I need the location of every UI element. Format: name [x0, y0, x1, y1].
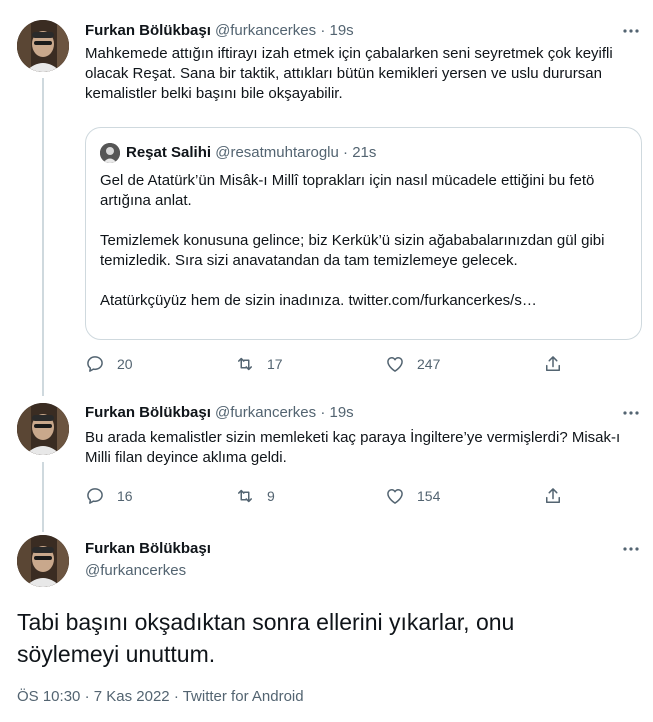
quote-para-1: Gel de Atatürk’ün Misâk-ı Millî toprakla… [100, 172, 595, 209]
tweet-source[interactable]: Twitter for Android [183, 688, 304, 705]
more-icon[interactable] [621, 539, 641, 559]
retweet-button[interactable]: 9 [235, 486, 275, 506]
retweet-icon [238, 489, 252, 503]
main-author-handle[interactable]: @furkancerkes [85, 561, 186, 581]
thread-line-2 [42, 462, 44, 532]
like-button[interactable]: 247 [385, 354, 440, 374]
like-icon [387, 489, 403, 504]
quote-para-3: Atatürkçüyüz hem de sizin inadınıza. twi… [100, 292, 537, 309]
quote-time: 21s [352, 144, 377, 161]
author-name[interactable]: Furkan Bölükbaşı [85, 404, 211, 421]
tweet-text: Mahkemede attığın iftirayı izah etmek iç… [85, 45, 613, 102]
tweet-text: Bu arada kemalistler sizin memleketi kaç… [85, 429, 621, 466]
main-author-name[interactable]: Furkan Bölükbaşı [85, 539, 211, 559]
author-name[interactable]: Furkan Bölükbaşı [85, 22, 211, 39]
quote-header: Reşat Salihi @resatmuhtaroglu · 21s [126, 143, 376, 163]
more-icon[interactable] [621, 403, 641, 423]
reply-icon [87, 356, 103, 372]
like-icon [387, 357, 403, 372]
quoted-tweet[interactable]: Reşat Salihi @resatmuhtaroglu · 21s Gel … [85, 127, 642, 340]
retweet-button[interactable]: 17 [235, 354, 283, 374]
separator-dot: · [84, 688, 90, 705]
quote-avatar [100, 143, 120, 163]
reply-count: 20 [117, 356, 133, 372]
reply-icon [87, 488, 103, 504]
quote-author-name: Reşat Salihi [126, 144, 212, 161]
quote-text: Gel de Atatürk’ün Misâk-ı Millî toprakla… [100, 171, 630, 311]
like-count: 154 [417, 488, 441, 504]
tweet-date[interactable]: 7 Kas 2022 [94, 688, 170, 705]
reply-button[interactable]: 16 [85, 486, 133, 506]
quote-author-handle: @resatmuhtaroglu [215, 144, 339, 161]
separator-dot: · [320, 22, 326, 39]
tweet-meta: ÖS 10:30 · 7 Kas 2022 · Twitter for Andr… [17, 688, 304, 705]
separator-dot: · [343, 144, 349, 161]
reply-button[interactable]: 20 [85, 354, 133, 374]
tweet-timestamp[interactable]: ÖS 10:30 [17, 688, 80, 705]
reply-count: 16 [117, 488, 133, 504]
tweet2-header: Furkan Bölükbaşı @furkancerkes · 19s [85, 403, 354, 423]
tweet1-header: Furkan Bölükbaşı @furkancerkes · 19s [85, 21, 354, 41]
main-tweet-text: Tabi başını okşadıktan sonra ellerini yı… [17, 609, 515, 667]
avatar[interactable] [17, 535, 69, 587]
like-button[interactable]: 154 [385, 486, 440, 506]
thread-line-1 [42, 78, 44, 396]
share-button[interactable] [543, 354, 563, 374]
share-icon [546, 356, 560, 371]
quote-para-2: Temizlemek konusuna gelince; biz Kerkük’… [100, 232, 605, 269]
like-count: 247 [417, 356, 441, 372]
tweet-time[interactable]: 19s [329, 404, 353, 421]
avatar[interactable] [17, 403, 69, 455]
author-handle[interactable]: @furkancerkes [215, 404, 316, 421]
retweet-icon [238, 357, 252, 371]
avatar[interactable] [17, 20, 69, 72]
retweet-count: 9 [267, 488, 275, 504]
share-icon [546, 488, 560, 503]
separator-dot: · [173, 688, 179, 705]
more-icon[interactable] [621, 21, 641, 41]
tweet-time[interactable]: 19s [329, 22, 353, 39]
retweet-count: 17 [267, 356, 283, 372]
separator-dot: · [320, 404, 326, 421]
share-button[interactable] [543, 486, 563, 506]
author-handle[interactable]: @furkancerkes [215, 22, 316, 39]
